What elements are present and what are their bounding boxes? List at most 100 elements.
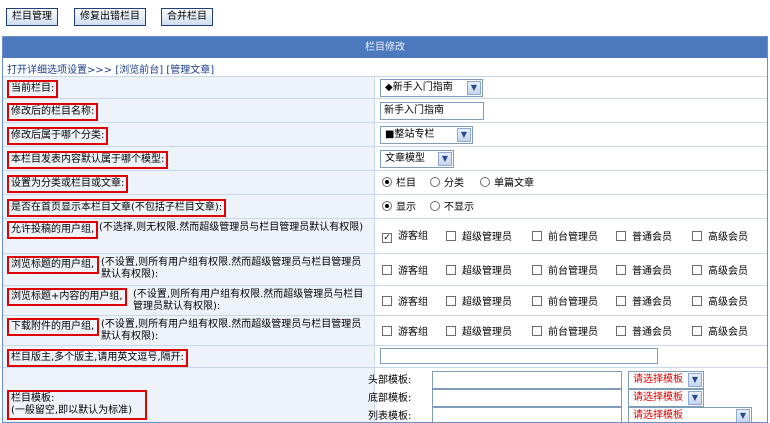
group-text: 高级会员 bbox=[708, 327, 748, 338]
checkbox-icon bbox=[692, 231, 702, 241]
type-option-column-text: 栏目 bbox=[396, 178, 416, 189]
download-groups-label: 下载附件的用户组, bbox=[7, 318, 99, 336]
type-option-column[interactable]: 栏目 bbox=[382, 177, 416, 190]
radio-icon bbox=[430, 201, 440, 211]
post-group-super-admin[interactable]: 超级管理员 bbox=[446, 231, 512, 244]
list-template-input[interactable] bbox=[432, 407, 622, 422]
view-content-groups-label: 浏览标题+内容的用户组, bbox=[7, 288, 127, 306]
view-title-group-member[interactable]: 普通会员 bbox=[616, 265, 672, 278]
download-group-front-admin[interactable]: 前台管理员 bbox=[532, 326, 598, 339]
group-text: 超级管理员 bbox=[462, 266, 512, 277]
head-template-select-text: 请选择模板 bbox=[633, 374, 683, 385]
group-text: 游客组 bbox=[398, 266, 428, 277]
post-group-front-admin[interactable]: 前台管理员 bbox=[532, 231, 598, 244]
view-content-group-super-admin[interactable]: 超级管理员 bbox=[446, 296, 512, 309]
checkbox-icon bbox=[446, 296, 456, 306]
new-name-input[interactable]: 新手入门指南 bbox=[380, 102, 484, 120]
repair-columns-button[interactable]: 修复出错栏目 bbox=[74, 8, 146, 26]
view-content-group-member[interactable]: 普通会员 bbox=[616, 296, 672, 309]
current-column-select[interactable]: ◆新手入门指南 ▼ bbox=[380, 79, 483, 97]
group-text: 前台管理员 bbox=[548, 266, 598, 277]
post-groups-label: 允许投稿的用户组, bbox=[7, 221, 99, 239]
head-template-label: 头部模板: bbox=[368, 375, 412, 386]
breadcrumb: 打开详细选项设置>>> [浏览前台] [管理文章] bbox=[7, 61, 214, 76]
model-value: 文章模型 bbox=[385, 153, 425, 164]
group-text: 超级管理员 bbox=[462, 297, 512, 308]
checkbox-icon bbox=[446, 231, 456, 241]
templates-label-text: 栏目模板: bbox=[11, 393, 55, 404]
panel-title: 栏目修改 bbox=[3, 37, 767, 58]
type-label: 设置为分类或栏目或文章: bbox=[7, 175, 129, 193]
foot-template-label: 底部模板: bbox=[368, 393, 412, 404]
manage-columns-button[interactable]: 栏目管理 bbox=[6, 8, 58, 26]
group-text: 游客组 bbox=[398, 231, 428, 242]
home-option-hide[interactable]: 不显示 bbox=[430, 201, 474, 214]
row-templates: 栏目模板: (一般留空,即以默认为标准) 头部模板: 请选择模板 ▼ 底部模板:… bbox=[3, 367, 767, 422]
foot-template-select[interactable]: 请选择模板 ▼ bbox=[628, 389, 704, 407]
category-value: ■整站专栏 bbox=[385, 129, 435, 140]
checkbox-icon bbox=[692, 265, 702, 275]
home-option-show[interactable]: 显示 bbox=[382, 201, 416, 214]
chevron-down-icon: ▼ bbox=[467, 81, 481, 95]
list-template-select[interactable]: 请选择模板 ▼ bbox=[628, 407, 752, 422]
post-group-guest[interactable]: ✓ 游客组 bbox=[382, 231, 428, 243]
checkbox-icon bbox=[382, 265, 392, 275]
download-group-senior-member[interactable]: 高级会员 bbox=[692, 326, 748, 339]
checkbox-icon bbox=[616, 296, 626, 306]
checkbox-icon bbox=[532, 326, 542, 336]
checkbox-icon bbox=[692, 296, 702, 306]
view-content-group-guest[interactable]: 游客组 bbox=[382, 296, 428, 309]
view-title-group-senior-member[interactable]: 高级会员 bbox=[692, 265, 748, 278]
post-group-senior-member[interactable]: 高级会员 bbox=[692, 231, 748, 244]
head-template-select[interactable]: 请选择模板 ▼ bbox=[628, 371, 704, 389]
category-select[interactable]: ■整站专栏 ▼ bbox=[380, 126, 473, 144]
group-text: 普通会员 bbox=[632, 232, 672, 243]
row-type: 设置为分类或栏目或文章: 栏目 分类 单篇文章 bbox=[3, 170, 767, 194]
merge-columns-button[interactable]: 合并栏目 bbox=[161, 8, 213, 26]
chevron-down-icon: ▼ bbox=[736, 409, 750, 422]
download-group-guest[interactable]: 游客组 bbox=[382, 326, 428, 339]
type-option-category[interactable]: 分类 bbox=[430, 177, 464, 190]
preview-link[interactable]: [浏览前台] bbox=[115, 65, 163, 76]
head-template-input[interactable] bbox=[432, 371, 622, 389]
view-title-group-super-admin[interactable]: 超级管理员 bbox=[446, 265, 512, 278]
post-group-member[interactable]: 普通会员 bbox=[616, 231, 672, 244]
post-groups-note: (不选择,则无权限.然而超级管理员与栏目管理员默认有权限) bbox=[99, 222, 364, 233]
view-title-group-front-admin[interactable]: 前台管理员 bbox=[532, 265, 598, 278]
moderators-input[interactable] bbox=[380, 348, 658, 364]
current-column-label: 当前栏目: bbox=[7, 80, 59, 98]
group-text: 超级管理员 bbox=[462, 232, 512, 243]
view-content-group-front-admin[interactable]: 前台管理员 bbox=[532, 296, 598, 309]
checkbox-icon bbox=[616, 326, 626, 336]
view-title-groups-label: 浏览标题的用户组, bbox=[7, 256, 99, 274]
manage-article-link[interactable]: [管理文章] bbox=[166, 65, 214, 76]
view-title-group-guest[interactable]: 游客组 bbox=[382, 265, 428, 278]
checkbox-icon bbox=[446, 265, 456, 275]
group-text: 游客组 bbox=[398, 327, 428, 338]
type-option-single-article[interactable]: 单篇文章 bbox=[480, 177, 534, 190]
download-groups-checkboxes: 游客组 超级管理员 前台管理员 普通会员 高级会员 bbox=[376, 316, 767, 345]
foot-template-input[interactable] bbox=[432, 389, 622, 407]
radio-icon bbox=[430, 177, 440, 187]
open-detail-link[interactable]: 打开详细选项设置>>> bbox=[7, 65, 112, 76]
group-text: 普通会员 bbox=[632, 327, 672, 338]
checkbox-checked-icon: ✓ bbox=[382, 233, 392, 243]
view-content-groups-note: (不设置,则所有用户组有权限.然而超级管理员与栏目管理员默认有权限): bbox=[133, 289, 364, 312]
chevron-down-icon: ▼ bbox=[688, 373, 702, 387]
download-group-member[interactable]: 普通会员 bbox=[616, 326, 672, 339]
model-select[interactable]: 文章模型 ▼ bbox=[380, 150, 454, 168]
current-column-value: ◆新手入门指南 bbox=[385, 82, 453, 93]
download-group-super-admin[interactable]: 超级管理员 bbox=[446, 326, 512, 339]
category-label: 修改后属于哪个分类: bbox=[7, 127, 109, 145]
group-text: 高级会员 bbox=[708, 297, 748, 308]
radio-checked-icon bbox=[382, 201, 392, 211]
group-text: 游客组 bbox=[398, 297, 428, 308]
view-content-group-senior-member[interactable]: 高级会员 bbox=[692, 296, 748, 309]
group-text: 普通会员 bbox=[632, 297, 672, 308]
type-option-single-article-text: 单篇文章 bbox=[494, 178, 534, 189]
list-template-select-text: 请选择模板 bbox=[633, 410, 683, 421]
row-view-title-groups: 浏览标题的用户组, (不设置,则所有用户组有权限.然而超级管理员与栏目管理员默认… bbox=[3, 253, 767, 285]
group-text: 前台管理员 bbox=[548, 297, 598, 308]
foot-template-select-text: 请选择模板 bbox=[633, 392, 683, 403]
checkbox-icon bbox=[382, 326, 392, 336]
